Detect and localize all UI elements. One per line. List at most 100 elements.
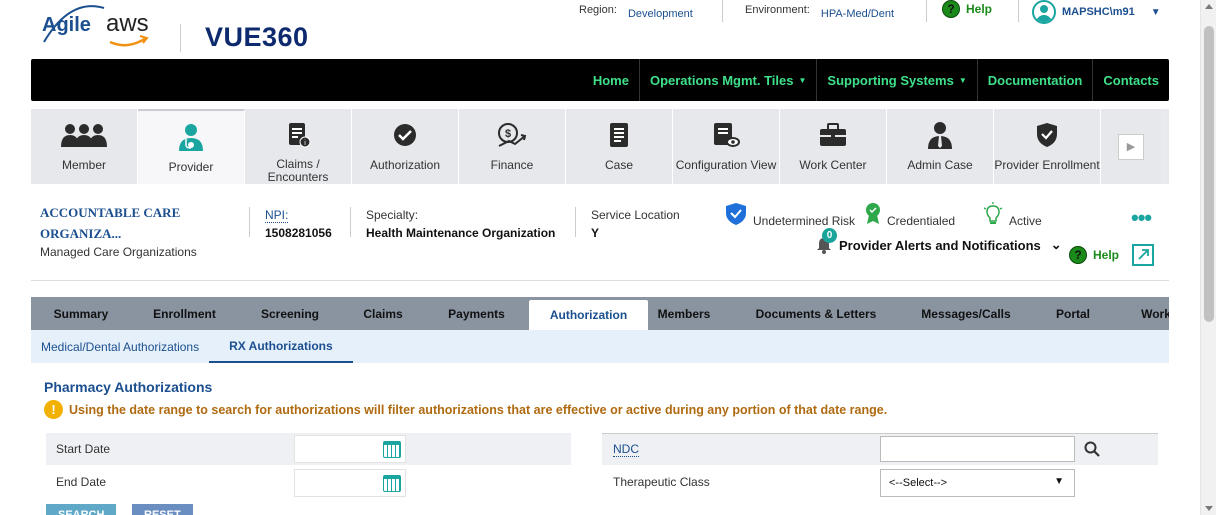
- tile-member[interactable]: Member: [31, 109, 138, 184]
- caret-down-icon: ▼: [1054, 476, 1064, 487]
- tab-screening[interactable]: Screening: [238, 297, 342, 330]
- nav-supporting-label: Supporting Systems: [827, 72, 954, 88]
- tab-claims-label: Claims: [363, 306, 403, 321]
- nav-documentation[interactable]: Documentation: [976, 59, 1093, 101]
- ndc-input[interactable]: [880, 436, 1075, 462]
- nav-home[interactable]: Home: [583, 59, 639, 101]
- award-ribbon-icon: [866, 203, 880, 224]
- tab-medical-dental-authorizations[interactable]: Medical/Dental Authorizations: [31, 330, 209, 363]
- warning-text: Using the date range to search for autho…: [69, 402, 888, 417]
- vue360-logo: VUE360: [205, 22, 309, 52]
- tab-messages-calls[interactable]: Messages/Calls: [912, 297, 1020, 330]
- tile-authorization[interactable]: Authorization: [352, 109, 459, 184]
- provider-icon: [178, 123, 204, 151]
- tile-finance-label: Finance: [490, 158, 534, 172]
- calendar-icon[interactable]: [383, 441, 401, 458]
- briefcase-icon: [819, 121, 847, 149]
- provider-help-link[interactable]: ? Help: [1069, 246, 1119, 264]
- tile-claims-label: Claims / Encounters: [267, 157, 329, 184]
- admin-icon: [927, 121, 953, 149]
- therapeutic-class-select[interactable]: <--Select--> ▼: [880, 469, 1075, 497]
- nav-contacts[interactable]: Contacts: [1092, 59, 1169, 101]
- tab-members[interactable]: Members: [648, 297, 720, 330]
- header-divider: [926, 0, 927, 22]
- tab-enrollment-label: Enrollment: [153, 306, 216, 321]
- environment-info: Environment: HPA-Med/Dent: [745, 4, 894, 20]
- therapeutic-class-value: <--Select-->: [889, 477, 948, 489]
- nav-operations-mgmt-tiles[interactable]: Operations Mgmt. Tiles ▼: [638, 59, 816, 101]
- section-divider: [31, 280, 1169, 281]
- tab-portal-label: Portal: [1055, 306, 1090, 321]
- region-value: Development: [627, 8, 693, 20]
- risk-badge: Undetermined Risk: [725, 200, 855, 228]
- bell-icon: 0: [815, 228, 837, 254]
- tab-enrollment[interactable]: Enrollment: [131, 297, 238, 330]
- tiles-next-arrow[interactable]: ▶: [1101, 109, 1161, 184]
- tab-documents-letters[interactable]: Documents & Letters: [720, 297, 912, 330]
- service-location-field: Service Location Y: [591, 208, 680, 240]
- scrollbar-thumb[interactable]: [1204, 26, 1214, 322]
- tile-configuration-view[interactable]: Configuration View: [673, 109, 780, 184]
- end-date-label: End Date: [56, 475, 107, 489]
- tile-configuration-label: Configuration View: [675, 158, 777, 172]
- chevron-down-icon: ⌄: [1050, 237, 1062, 252]
- tab-summary[interactable]: Summary: [31, 297, 131, 330]
- user-menu[interactable]: MAPSHC\m91 ▼: [1032, 0, 1161, 24]
- tab-work-label: Work: [1141, 306, 1169, 321]
- calendar-icon[interactable]: [383, 475, 401, 492]
- alerts-count-badge: 0: [822, 228, 837, 243]
- tile-member-label: Member: [61, 158, 106, 172]
- shield-check-icon: [726, 203, 746, 225]
- scroll-up-icon[interactable]: [1205, 4, 1213, 9]
- page-scrollbar[interactable]: [1200, 0, 1216, 515]
- tile-work-center[interactable]: Work Center: [780, 109, 887, 184]
- search-button[interactable]: SEARCH: [46, 504, 117, 515]
- tab-claims[interactable]: Claims: [342, 297, 424, 330]
- tab-payments[interactable]: Payments: [424, 297, 529, 330]
- tab-authorization[interactable]: Authorization: [529, 300, 648, 330]
- active-badge: Active: [983, 200, 1042, 228]
- external-link-icon[interactable]: [1132, 244, 1154, 266]
- alerts-label: Provider Alerts and Notifications: [839, 237, 1041, 253]
- end-date-input[interactable]: [294, 469, 406, 497]
- field-divider: [249, 207, 250, 237]
- field-divider: [575, 207, 576, 237]
- nav-supporting-systems[interactable]: Supporting Systems ▼: [816, 59, 976, 101]
- caret-down-icon: ▼: [798, 75, 807, 85]
- tab-portal[interactable]: Portal: [1020, 297, 1126, 330]
- tile-provider[interactable]: Provider: [138, 109, 245, 184]
- chevron-down-icon: ▼: [1150, 6, 1161, 18]
- tab-rx-authorizations[interactable]: RX Authorizations: [209, 330, 353, 363]
- start-date-input[interactable]: [294, 435, 406, 463]
- provider-help-label: Help: [1093, 248, 1120, 262]
- logo-divider: [180, 24, 181, 52]
- module-tiles: Member Provider i Claims / Encounters Au…: [31, 109, 1169, 184]
- tab-documents-label: Documents & Letters: [755, 306, 877, 321]
- tile-provider-enrollment[interactable]: Provider Enrollment: [994, 109, 1101, 184]
- npi-label: NPI:: [265, 208, 289, 223]
- search-icon[interactable]: [1084, 441, 1100, 457]
- more-options-icon[interactable]: •••: [1131, 205, 1152, 231]
- shield-check-icon: [1036, 121, 1058, 149]
- tab-rx-label: RX Authorizations: [229, 338, 333, 353]
- header-divider: [722, 0, 723, 22]
- tile-provider-enrollment-label: Provider Enrollment: [994, 158, 1100, 172]
- case-icon: [608, 121, 630, 149]
- help-link[interactable]: ? Help: [942, 0, 992, 18]
- tab-work[interactable]: Work: [1126, 297, 1169, 330]
- pharmacy-authorizations-title: Pharmacy Authorizations: [44, 379, 213, 395]
- reset-button[interactable]: RESET: [132, 504, 193, 515]
- provider-name[interactable]: ACCOUNTABLE CARE ORGANIZA...: [40, 202, 240, 244]
- help-icon: ?: [942, 0, 960, 18]
- svg-text:$: $: [505, 128, 511, 140]
- nav-documentation-label: Documentation: [987, 72, 1083, 88]
- tile-claims-encounters[interactable]: i Claims / Encounters: [245, 109, 352, 184]
- tile-case[interactable]: Case: [566, 109, 673, 184]
- tile-finance[interactable]: $ Finance: [459, 109, 566, 184]
- nav-operations-label: Operations Mgmt. Tiles: [649, 72, 794, 88]
- scroll-down-icon[interactable]: [1205, 506, 1213, 511]
- tile-admin-case[interactable]: Admin Case: [887, 109, 994, 184]
- provider-alerts-dropdown[interactable]: 0 Provider Alerts and Notifications ⌄: [815, 228, 1062, 254]
- credentialed-badge: Credentialed: [865, 200, 955, 228]
- authorization-type-tabs: Medical/Dental Authorizations RX Authori…: [31, 330, 1169, 363]
